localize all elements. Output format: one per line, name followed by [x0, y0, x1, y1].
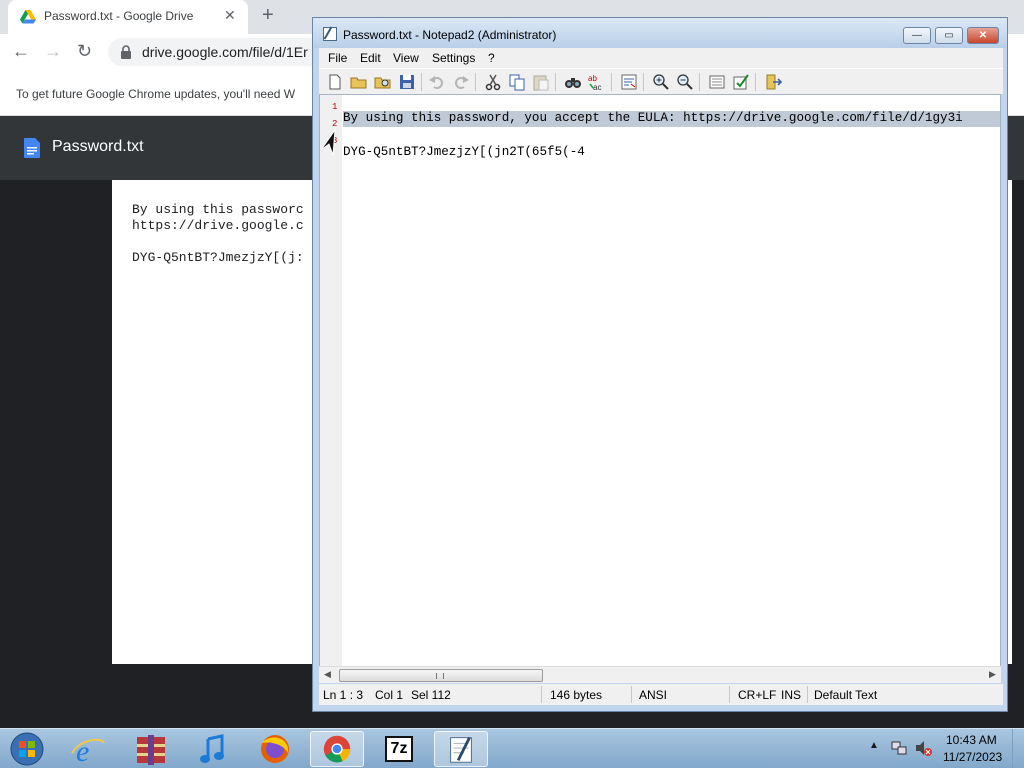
clock-time[interactable]: 10:43 AM [946, 733, 997, 747]
file-name: Password.txt [52, 138, 144, 155]
editor-line[interactable]: DYG-Q5ntBT?JmezjzY[(jn2T(65f5(-4 [343, 145, 585, 159]
horizontal-scrollbar[interactable]: ◀ ▶ [319, 666, 1001, 683]
new-file-icon[interactable] [325, 72, 345, 92]
status-separator [807, 686, 808, 703]
line-number-margin: 1 2 3 [320, 95, 342, 666]
toolbar-separator [699, 73, 700, 91]
status-column: Col 1 [375, 688, 404, 702]
back-button[interactable]: ← [12, 41, 30, 62]
replace-icon[interactable]: abac [587, 72, 607, 92]
windows-start-button[interactable] [6, 731, 48, 767]
zoom-in-icon[interactable] [651, 72, 671, 92]
customize-schemes-icon[interactable] [731, 72, 751, 92]
clock-date[interactable]: 11/27/2023 [943, 750, 1002, 764]
toolbar-separator [421, 73, 422, 91]
show-desktop-button[interactable] [1012, 729, 1024, 768]
toolbar: ab ac [319, 68, 1003, 94]
menu-help[interactable]: ? [488, 51, 495, 65]
notepad2-window: Password.txt - Notepad2 (Administrator) … [312, 17, 1008, 712]
toolbar-separator [555, 73, 556, 91]
tab-title: Password.txt - Google Drive [44, 9, 194, 23]
notepad2-taskbar-icon[interactable] [434, 731, 488, 767]
lock-icon [121, 45, 131, 59]
google-drive-icon [20, 10, 36, 24]
menu-settings[interactable]: Settings [432, 51, 475, 65]
taskbar: e 7z ▲ 10:43 AM 11/27/2023 [0, 728, 1024, 768]
doc-line: https://drive.google.c [132, 218, 304, 233]
7zip-icon[interactable]: 7z [372, 731, 426, 767]
svg-text:ab: ab [588, 74, 597, 83]
tab-close-icon[interactable]: ✕ [224, 7, 236, 24]
new-tab-button[interactable]: + [262, 4, 274, 27]
browse-icon[interactable] [373, 72, 393, 92]
doc-line: DYG-Q5ntBT?JmezjzY[(j: [132, 250, 304, 265]
internet-explorer-icon[interactable]: e [62, 731, 116, 767]
status-line: Ln 1 : 3 [323, 688, 364, 702]
svg-text:ac: ac [593, 83, 601, 92]
url-text: drive.google.com/file/d/1Er [142, 44, 308, 60]
notepad-app-icon [323, 27, 337, 41]
status-insert-mode: INS [781, 688, 802, 702]
mouse-pointer-icon [320, 128, 336, 156]
maximize-button[interactable]: ▭ [935, 27, 963, 44]
status-bar: Ln 1 : 3 Col 1 Sel 112 146 bytes ANSI CR… [319, 684, 1003, 705]
editor-line-selected[interactable]: By using this password, you accept the E… [343, 111, 1000, 127]
show-hidden-icons-button[interactable]: ▲ [869, 740, 879, 751]
network-icon[interactable] [890, 739, 908, 757]
toolbar-separator [755, 73, 756, 91]
document-icon [24, 138, 40, 158]
minimize-button[interactable]: — [903, 27, 931, 44]
status-selection: Sel 112 [411, 688, 451, 702]
status-file-size: 146 bytes [550, 688, 603, 702]
menu-view[interactable]: View [393, 51, 419, 65]
paste-icon[interactable] [531, 72, 551, 92]
firefox-icon[interactable] [248, 731, 302, 767]
status-encoding[interactable]: ANSI [639, 688, 667, 702]
toolbar-separator [611, 73, 612, 91]
undo-icon[interactable] [427, 72, 447, 92]
status-line-ending[interactable]: CR+LF [738, 688, 776, 702]
reload-button[interactable]: ↻ [77, 41, 92, 62]
cut-icon[interactable] [483, 72, 503, 92]
status-separator [631, 686, 632, 703]
scroll-left-arrow[interactable]: ◀ [324, 669, 331, 680]
copy-icon[interactable] [507, 72, 527, 92]
menu-bar: File Edit View Settings ? [319, 48, 1003, 68]
volume-muted-icon[interactable] [914, 739, 932, 757]
forward-button[interactable]: → [44, 41, 62, 62]
itunes-icon[interactable] [186, 731, 240, 767]
status-separator [541, 686, 542, 703]
archive-app-icon[interactable] [124, 731, 178, 767]
redo-icon[interactable] [451, 72, 471, 92]
status-separator [729, 686, 730, 703]
menu-file[interactable]: File [328, 51, 347, 65]
scheme-icon[interactable] [707, 72, 727, 92]
text-editor[interactable]: 1 2 3 By using this password, you accept… [319, 94, 1001, 667]
save-icon[interactable] [397, 72, 417, 92]
grip-icon [436, 673, 444, 679]
infobar-text: To get future Google Chrome updates, you… [16, 87, 296, 101]
chrome-icon[interactable] [310, 731, 364, 767]
7zip-label: 7z [385, 736, 413, 762]
menu-edit[interactable]: Edit [360, 51, 381, 65]
status-scheme[interactable]: Default Text [814, 688, 877, 702]
zoom-out-icon[interactable] [675, 72, 695, 92]
toolbar-separator [643, 73, 644, 91]
toolbar-separator [475, 73, 476, 91]
window-title: Password.txt - Notepad2 (Administrator) [343, 28, 557, 42]
word-wrap-icon[interactable] [619, 72, 639, 92]
notepad-titlebar[interactable]: Password.txt - Notepad2 (Administrator) … [313, 18, 1007, 48]
exit-icon[interactable] [763, 72, 783, 92]
find-icon[interactable] [563, 72, 583, 92]
scroll-right-arrow[interactable]: ▶ [989, 669, 996, 680]
close-button[interactable]: ✕ [967, 27, 999, 44]
line-number: 1 [332, 102, 338, 112]
open-folder-icon[interactable] [349, 72, 369, 92]
doc-line: By using this passworc [132, 202, 304, 217]
scrollbar-thumb[interactable] [339, 669, 543, 682]
tab-password-txt[interactable]: Password.txt - Google Drive ✕ [8, 0, 248, 34]
svg-text:e: e [76, 735, 89, 767]
